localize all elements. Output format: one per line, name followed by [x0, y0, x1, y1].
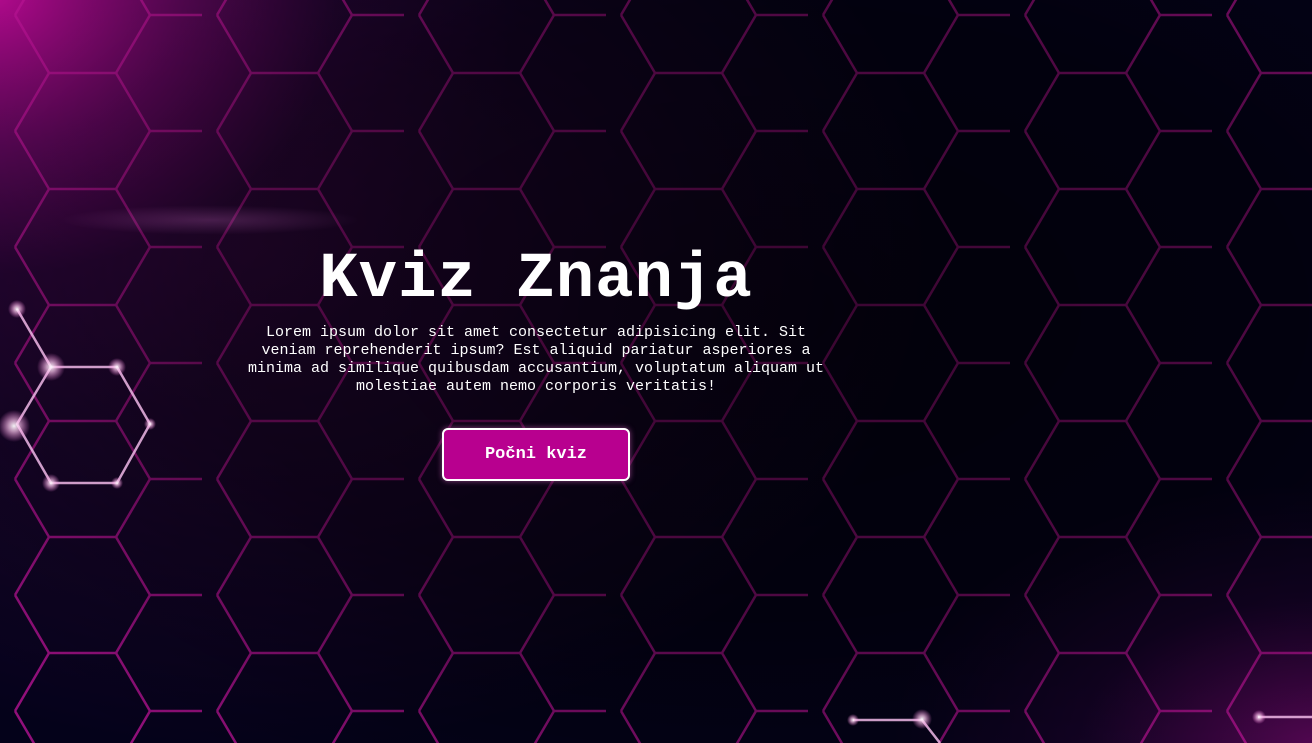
light-streak: [60, 205, 360, 235]
hero-section: Kviz Znanja Lorem ipsum dolor sit amet c…: [236, 238, 836, 481]
page-title: Kviz Znanja: [319, 244, 753, 316]
hero-description: Lorem ipsum dolor sit amet consectetur a…: [247, 324, 825, 395]
start-quiz-button[interactable]: Počni kviz: [442, 428, 630, 481]
landing-page: Kviz Znanja Lorem ipsum dolor sit amet c…: [0, 0, 1312, 743]
